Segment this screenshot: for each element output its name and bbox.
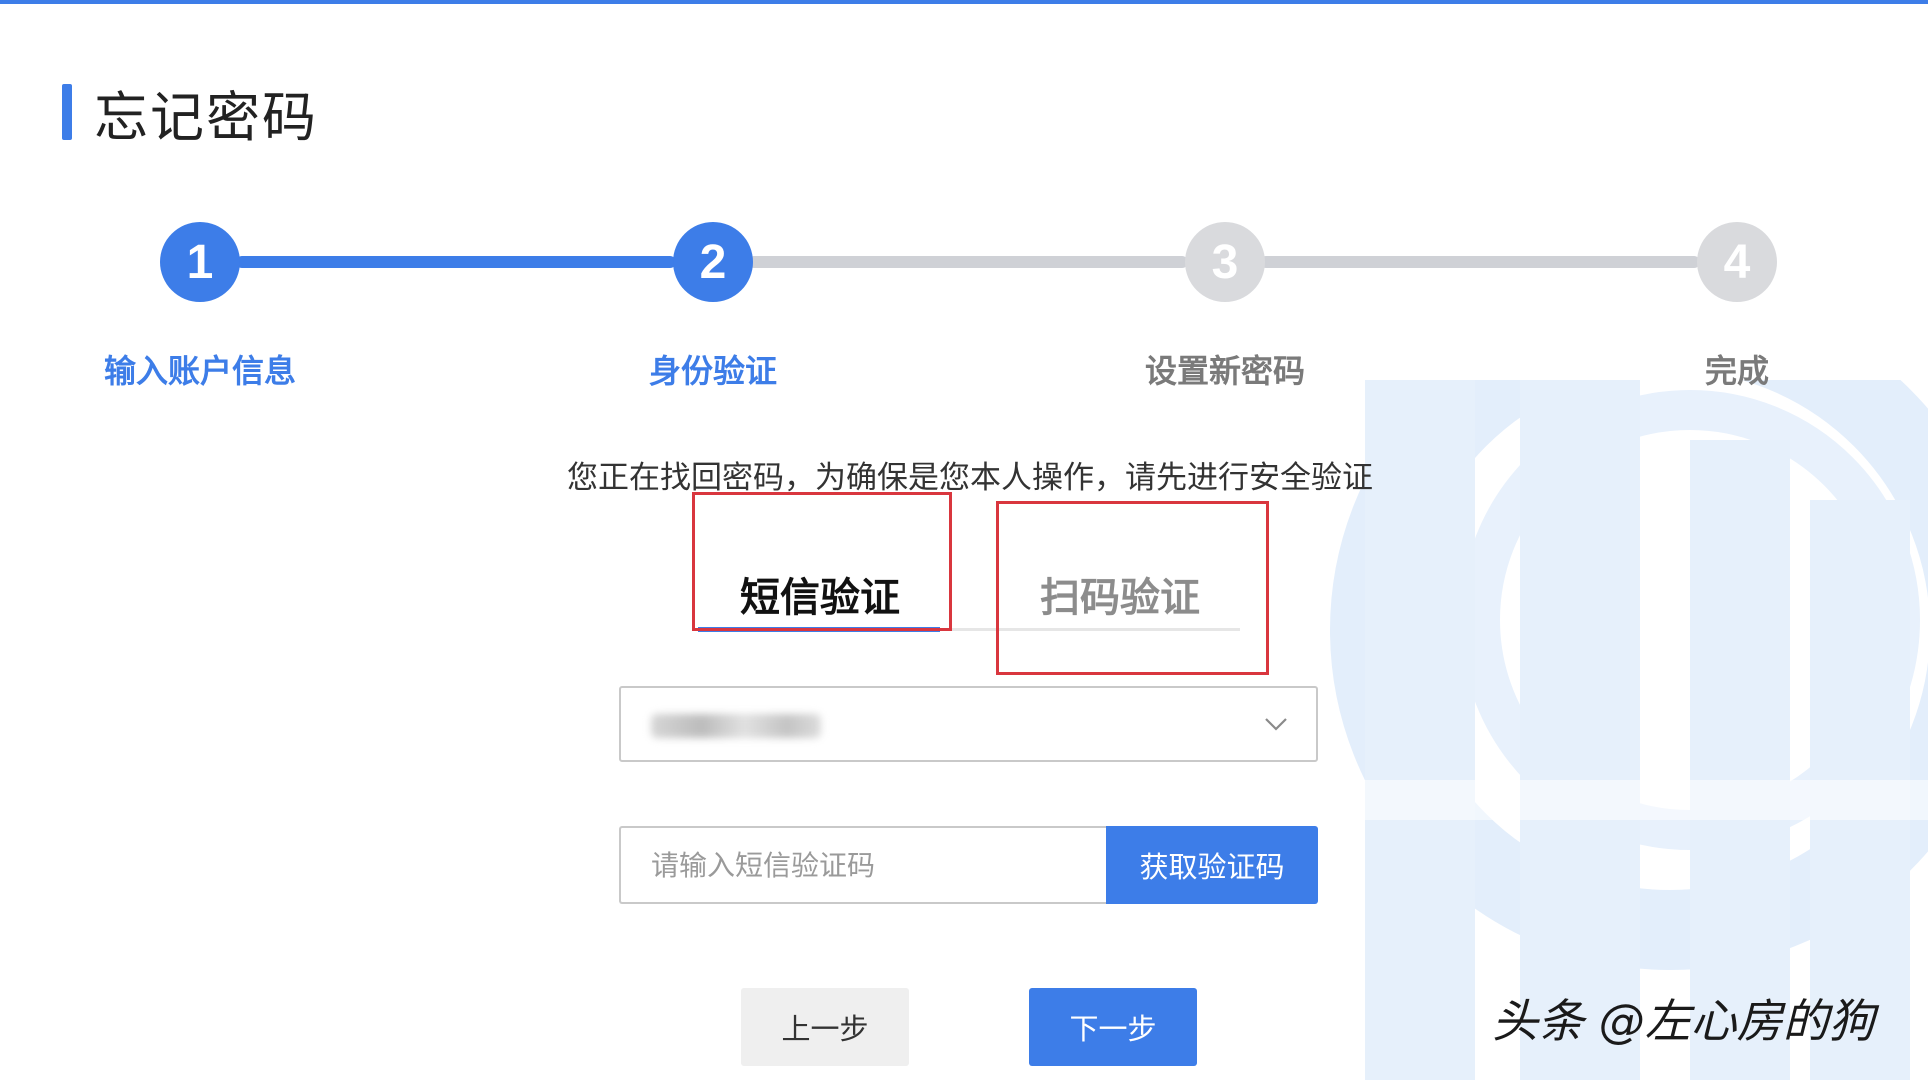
chevron-down-icon <box>1265 718 1287 731</box>
sms-code-input[interactable] <box>619 826 1106 904</box>
step-3-circle: 3 <box>1185 222 1265 302</box>
highlight-box-qr <box>996 501 1269 675</box>
previous-step-button[interactable]: 上一步 <box>741 988 909 1066</box>
step-4-label: 完成 <box>1704 352 1769 390</box>
step-connector-2 <box>748 256 1188 268</box>
step-connector-1 <box>236 256 676 268</box>
step-1-label: 输入账户信息 <box>103 352 296 390</box>
progress-stepper: 1 2 3 4 输入账户信息 身份验证 设置新密码 完成 <box>0 0 1928 400</box>
highlight-box-sms <box>692 492 952 631</box>
step-3-label: 设置新密码 <box>1144 352 1305 390</box>
step-4-circle: 4 <box>1697 222 1777 302</box>
blurred-phone-number <box>651 714 821 738</box>
step-1-circle: 1 <box>160 222 240 302</box>
verification-intro-text: 您正在找回密码，为确保是您本人操作，请先进行安全验证 <box>567 460 1373 496</box>
step-2-circle: 2 <box>673 222 753 302</box>
watermark-text: 头条 @左心房的狗 <box>1492 994 1875 1048</box>
phone-number-select[interactable] <box>619 686 1318 762</box>
get-code-button[interactable]: 获取验证码 <box>1106 826 1318 904</box>
step-connector-3 <box>1260 256 1700 268</box>
next-step-button[interactable]: 下一步 <box>1029 988 1197 1066</box>
step-2-label: 身份验证 <box>648 352 777 390</box>
